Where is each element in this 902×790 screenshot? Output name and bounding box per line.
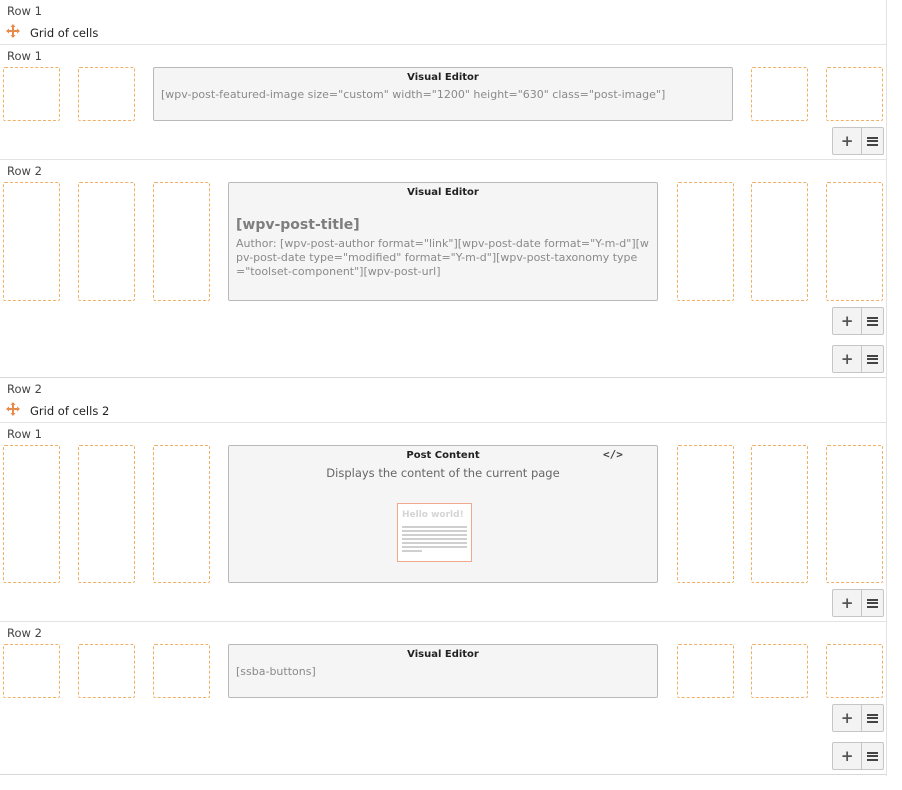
move-arrows-icon[interactable]	[6, 402, 20, 416]
cell-type-label: Visual Editor	[407, 649, 479, 660]
preview-title: Hello world!	[402, 510, 464, 520]
add-row-button[interactable]: +	[833, 705, 863, 731]
plus-icon: +	[840, 132, 854, 150]
empty-cell[interactable]	[78, 644, 135, 698]
empty-cell[interactable]	[3, 182, 60, 301]
row-menu-button[interactable]	[862, 128, 883, 154]
empty-cell[interactable]	[751, 445, 808, 583]
divider	[0, 774, 886, 775]
plus-icon: +	[840, 312, 854, 330]
row-controls: +	[832, 704, 884, 732]
grid-title: Grid of cells	[30, 26, 99, 40]
add-row-button[interactable]: +	[833, 743, 863, 769]
divider	[0, 377, 886, 378]
grid-title: Grid of cells 2	[30, 404, 110, 418]
empty-cell[interactable]	[78, 67, 135, 121]
cell-type-label: Visual Editor	[407, 187, 479, 198]
row-controls: +	[832, 307, 884, 335]
cell-content: Author: [wpv-post-author format="link"][…	[236, 237, 649, 278]
visual-editor-cell[interactable]: Visual Editor [wpv-post-featured-image s…	[153, 67, 733, 121]
outer-row-2-label: Row 2	[7, 382, 42, 396]
empty-cell[interactable]	[78, 445, 135, 583]
cell-content: [wpv-post-featured-image size="custom" w…	[161, 88, 666, 101]
grid-controls: +	[832, 345, 884, 373]
hamburger-menu-icon	[867, 751, 879, 761]
empty-cell[interactable]	[153, 644, 210, 698]
visual-editor-cell[interactable]: Visual Editor [wpv-post-title] Author: […	[228, 182, 658, 301]
plus-icon: +	[840, 350, 854, 368]
divider	[0, 621, 886, 622]
row-menu-button[interactable]	[862, 705, 883, 731]
code-icon[interactable]: </>	[603, 448, 623, 461]
empty-cell[interactable]	[153, 182, 210, 301]
cell-type-label: Visual Editor	[407, 72, 479, 83]
empty-cell[interactable]	[3, 445, 60, 583]
cell-type-label: Post Content	[406, 450, 480, 461]
empty-cell[interactable]	[826, 182, 883, 301]
empty-cell[interactable]	[751, 67, 808, 121]
add-row-button[interactable]: +	[833, 308, 863, 334]
empty-cell[interactable]	[677, 445, 734, 583]
post-content-cell[interactable]: Post Content Displays the content of the…	[228, 445, 658, 583]
empty-cell[interactable]	[78, 182, 135, 301]
post-title-shortcode: [wpv-post-title]	[236, 217, 360, 233]
empty-cell[interactable]	[826, 67, 883, 121]
row-controls: +	[832, 127, 884, 155]
canvas-edge	[886, 0, 887, 776]
hamburger-menu-icon	[867, 598, 879, 608]
plus-icon: +	[840, 747, 854, 765]
divider	[0, 44, 886, 45]
post-preview-thumbnail: Hello world!	[397, 503, 472, 562]
empty-cell[interactable]	[751, 644, 808, 698]
add-row-button[interactable]: +	[833, 128, 863, 154]
hamburger-menu-icon	[867, 136, 879, 146]
add-row-button[interactable]: +	[833, 590, 863, 616]
hamburger-menu-icon	[867, 354, 879, 364]
empty-cell[interactable]	[3, 67, 60, 121]
row-menu-button[interactable]	[862, 743, 883, 769]
hamburger-menu-icon	[867, 316, 879, 326]
empty-cell[interactable]	[677, 644, 734, 698]
add-row-button[interactable]: +	[833, 346, 863, 372]
divider	[0, 159, 886, 160]
empty-cell[interactable]	[153, 445, 210, 583]
outer-row-1-label: Row 1	[7, 4, 42, 18]
cell-description: Displays the content of the current page	[326, 466, 560, 480]
hamburger-menu-icon	[867, 713, 879, 723]
plus-icon: +	[840, 709, 854, 727]
plus-icon: +	[840, 594, 854, 612]
row-menu-button[interactable]	[862, 590, 883, 616]
row-menu-button[interactable]	[862, 308, 883, 334]
inner-row-label: Row 2	[7, 164, 42, 178]
inner-row-label: Row 1	[7, 427, 42, 441]
inner-row-label: Row 1	[7, 49, 42, 63]
empty-cell[interactable]	[826, 445, 883, 583]
inner-row-label: Row 2	[7, 626, 42, 640]
empty-cell[interactable]	[826, 644, 883, 698]
grid-controls: +	[832, 742, 884, 770]
divider	[0, 422, 886, 423]
empty-cell[interactable]	[751, 182, 808, 301]
visual-editor-cell[interactable]: Visual Editor [ssba-buttons]	[228, 644, 658, 698]
cell-content: [ssba-buttons]	[236, 665, 316, 678]
empty-cell[interactable]	[677, 182, 734, 301]
row-controls: +	[832, 589, 884, 617]
row-menu-button[interactable]	[862, 346, 883, 372]
move-arrows-icon[interactable]	[6, 24, 20, 38]
empty-cell[interactable]	[3, 644, 60, 698]
